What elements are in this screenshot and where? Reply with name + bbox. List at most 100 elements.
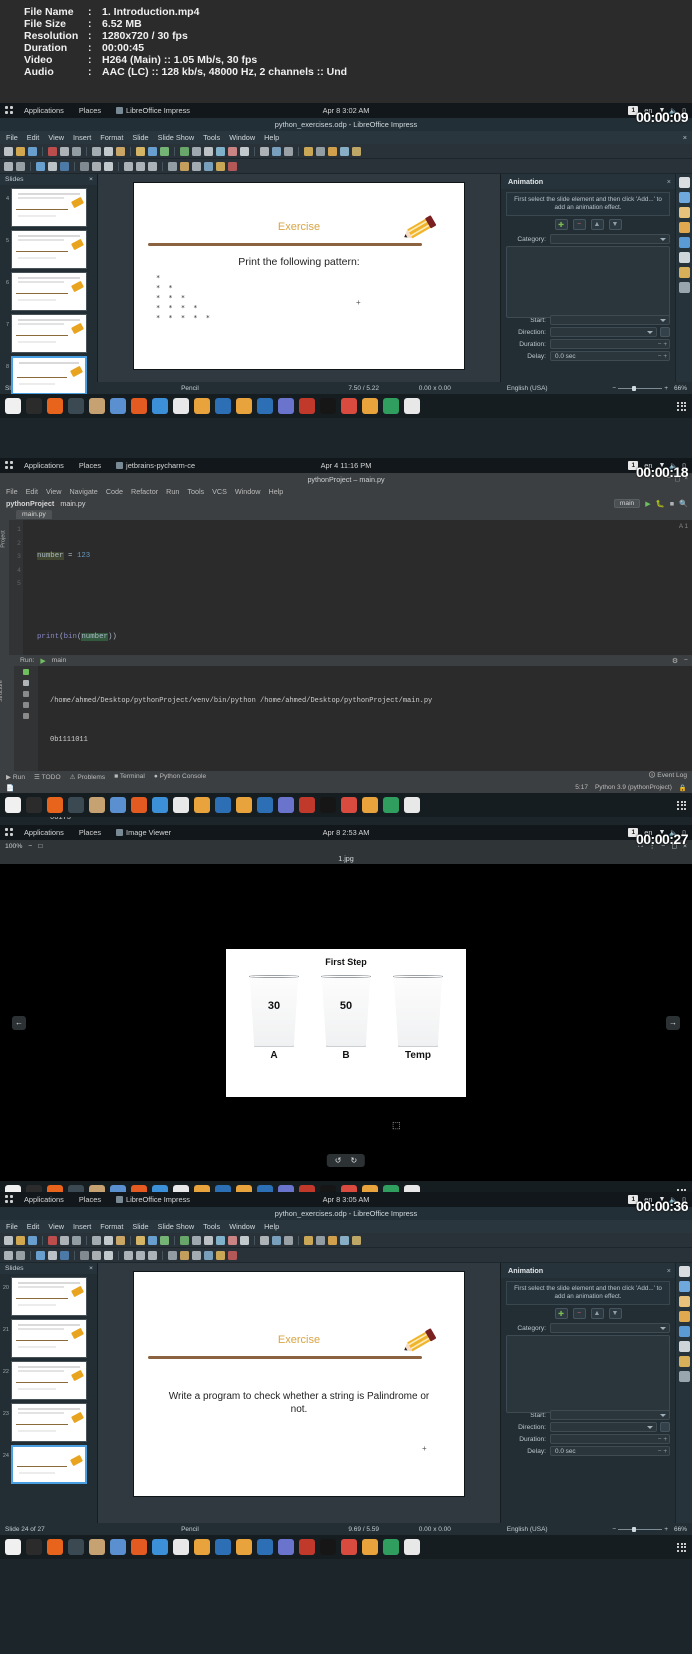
impress-toolbar-line-4[interactable]: [0, 1248, 692, 1263]
sidebar-deck-tabs-1[interactable]: [675, 174, 692, 382]
animation-buttons-1[interactable]: ✚ − ▲ ▼: [501, 219, 675, 230]
settings-wrench-icon[interactable]: [23, 680, 29, 686]
flatpak-icon[interactable]: [299, 1539, 315, 1555]
discord-icon[interactable]: [278, 398, 294, 414]
thunderbird-icon[interactable]: [26, 1539, 42, 1555]
teamviewer-icon[interactable]: [257, 797, 273, 813]
project-strip-label[interactable]: Project: [1, 530, 7, 547]
remove-animation-button[interactable]: −: [572, 1308, 586, 1319]
sidebar-gallery-icon[interactable]: [678, 1356, 690, 1367]
add-animation-button[interactable]: ✚: [554, 1308, 568, 1319]
calc-icon[interactable]: [383, 1185, 399, 1192]
show-draw-functions-icon[interactable]: [352, 1235, 361, 1245]
desktop-dock-4[interactable]: [0, 1535, 692, 1559]
menu-format[interactable]: Format: [100, 133, 123, 142]
sidebar-slide-transition-icon[interactable]: [678, 207, 690, 218]
slide-thumbnail-preview[interactable]: [11, 1319, 87, 1358]
align-center-icon[interactable]: [136, 161, 145, 171]
firefox-dev-icon[interactable]: [47, 1539, 63, 1555]
close-slides-pane-icon[interactable]: ×: [89, 1265, 93, 1272]
image-viewer-canvas[interactable]: ← → First Step 30 A 50 B Temp ⬚ ↺ ↻: [0, 864, 692, 1181]
slide-thumbnail[interactable]: 20: [2, 1277, 95, 1316]
menu-vcs[interactable]: VCS: [212, 487, 227, 496]
menu-view[interactable]: View: [48, 1222, 64, 1231]
arrange-icon[interactable]: [168, 1250, 177, 1260]
shadow-icon[interactable]: [80, 1250, 89, 1260]
menu-run[interactable]: Run: [166, 487, 179, 496]
slide-transition-icon[interactable]: [340, 1235, 349, 1245]
audacity-icon[interactable]: [194, 398, 210, 414]
line-width-icon[interactable]: [48, 1250, 57, 1260]
copy-icon[interactable]: [104, 146, 113, 156]
tool-tab-python-console[interactable]: ● Python Console: [154, 773, 206, 780]
next-image-button[interactable]: →: [666, 1015, 680, 1030]
image-icon[interactable]: [216, 1235, 225, 1245]
python-interpreter[interactable]: Python 3.9 (pythonProject): [595, 784, 672, 792]
sublime-icon[interactable]: [236, 1539, 252, 1555]
status-zoom-level-1[interactable]: 66%: [674, 385, 687, 392]
gnome-places-menu[interactable]: Places: [79, 1195, 101, 1204]
libreoffice-icon[interactable]: [362, 398, 378, 414]
close-slides-pane-icon[interactable]: ×: [89, 176, 93, 183]
desktop-dock-1[interactable]: [0, 394, 692, 418]
gluepoints-icon[interactable]: [228, 1250, 237, 1260]
thunderbird-icon[interactable]: [26, 1185, 42, 1192]
search-icon[interactable]: 🔍: [679, 499, 688, 508]
status-zoom-level-4[interactable]: 66%: [674, 1526, 687, 1533]
gnome-applications-menu[interactable]: Applications: [24, 461, 64, 470]
new-icon[interactable]: [4, 1235, 13, 1245]
menu-help[interactable]: Help: [264, 1222, 279, 1231]
select-icon[interactable]: [4, 1250, 13, 1260]
chrome-icon[interactable]: [341, 398, 357, 414]
align-center-icon[interactable]: [136, 1250, 145, 1260]
slide-thumbnail-preview[interactable]: [11, 272, 87, 311]
previous-image-button[interactable]: ←: [12, 1015, 26, 1030]
menu-view[interactable]: View: [46, 487, 61, 496]
sidebar-master-slides-icon[interactable]: [678, 237, 690, 248]
delay-spinner[interactable]: 0.0 sec − +: [550, 1446, 670, 1456]
edge-icon[interactable]: [152, 1539, 168, 1555]
chrome-icon[interactable]: [341, 797, 357, 813]
menu-tools[interactable]: Tools: [187, 487, 204, 496]
gnome-clock[interactable]: Apr 8 2:53 AM: [0, 828, 692, 837]
impress-toolbar-line-1[interactable]: [0, 159, 692, 174]
tool-tab-run[interactable]: ▶ Run: [6, 773, 25, 781]
event-log-button[interactable]: 🛈 Event Log: [649, 771, 687, 782]
pdf-icon[interactable]: [173, 398, 189, 414]
slide-thumbnail[interactable]: 23: [2, 1403, 95, 1442]
chromium-icon[interactable]: [110, 1185, 126, 1192]
archive-icon[interactable]: [89, 797, 105, 813]
export-pdf-icon[interactable]: [48, 1235, 57, 1245]
terminal-icon[interactable]: [320, 1539, 336, 1555]
menu-edit[interactable]: Edit: [26, 487, 38, 496]
zoom-slider-1[interactable]: − +: [612, 385, 668, 392]
flatpak-icon[interactable]: [299, 398, 315, 414]
menu-tools[interactable]: Tools: [203, 1222, 220, 1231]
zoom-level-label[interactable]: 100%: [5, 843, 22, 850]
flatpak-icon[interactable]: [299, 797, 315, 813]
move-down-button[interactable]: ▼: [608, 219, 622, 230]
minimize-icon[interactable]: −: [684, 657, 688, 664]
slide-thumbnail[interactable]: 4: [2, 188, 95, 227]
files-icon[interactable]: [5, 1185, 21, 1192]
slide-thumbnail[interactable]: 7: [2, 314, 95, 353]
effect-list-box[interactable]: [506, 1335, 670, 1413]
gnome-clock[interactable]: Apr 8 3:02 AM: [0, 106, 692, 115]
impress-toolbar-main-1[interactable]: [0, 144, 692, 159]
slide-placeholder-handle[interactable]: +: [422, 1444, 427, 1453]
tab-main-py[interactable]: main.py: [16, 510, 52, 519]
vscode-icon[interactable]: [215, 1539, 231, 1555]
rotate-icon[interactable]: [180, 1250, 189, 1260]
start-slideshow-icon[interactable]: [304, 1235, 313, 1245]
sublime-icon[interactable]: [236, 398, 252, 414]
align-left-icon[interactable]: [124, 161, 133, 171]
slide-thumbnail-preview[interactable]: [11, 230, 87, 269]
editor-code-area[interactable]: number = 123 print(bin(number)) print(he…: [23, 520, 692, 722]
gnome-active-app[interactable]: LibreOffice Impress: [116, 106, 190, 115]
audacity-icon[interactable]: [194, 1539, 210, 1555]
stop-button[interactable]: ■: [670, 499, 674, 508]
line-width-icon[interactable]: [48, 161, 57, 171]
menu-window[interactable]: Window: [229, 133, 255, 142]
gnome-clock[interactable]: Apr 8 3:05 AM: [0, 1195, 692, 1204]
close-animation-pane-icon[interactable]: ×: [667, 177, 671, 186]
